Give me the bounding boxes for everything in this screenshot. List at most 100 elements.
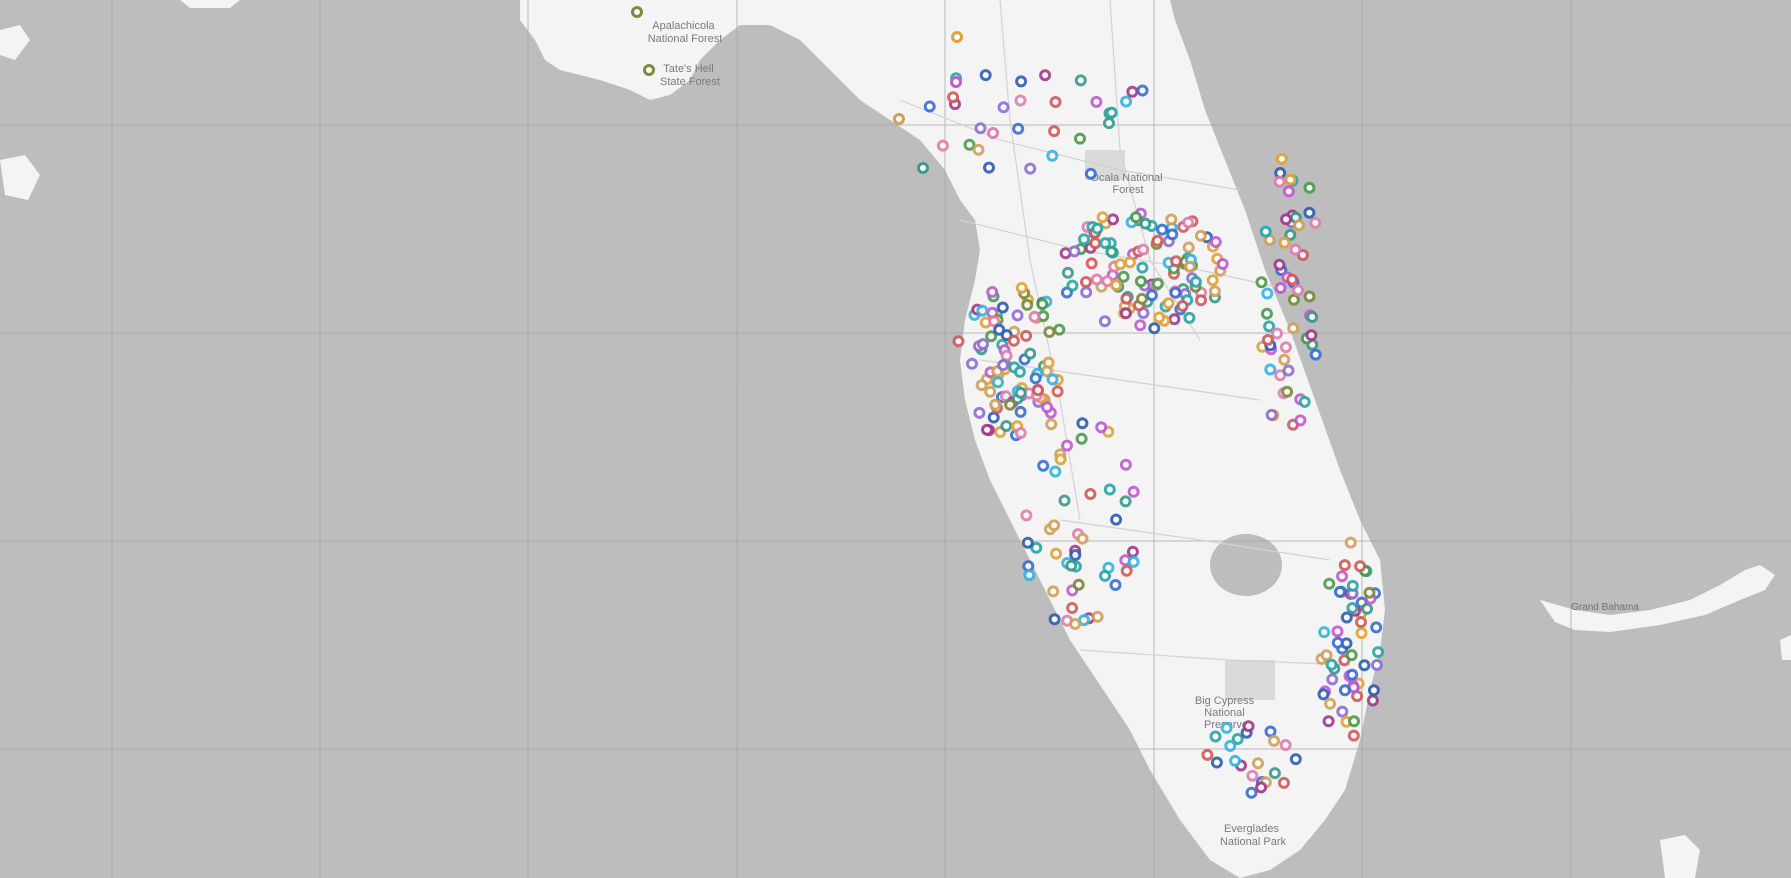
map-marker[interactable] (1201, 748, 1214, 761)
map-marker[interactable] (1284, 173, 1297, 186)
map-marker[interactable] (1048, 613, 1061, 626)
map-marker[interactable] (1028, 310, 1041, 323)
map-marker[interactable] (1273, 258, 1286, 271)
map-marker[interactable] (1273, 175, 1286, 188)
map-marker[interactable] (1279, 739, 1292, 751)
map-marker[interactable] (1268, 767, 1281, 780)
map-marker[interactable] (981, 423, 993, 436)
map-marker[interactable] (1076, 532, 1089, 545)
map-marker[interactable] (1145, 289, 1158, 302)
map-marker[interactable] (1127, 485, 1140, 498)
map-marker[interactable] (1277, 776, 1290, 789)
map-marker[interactable] (1058, 494, 1071, 507)
map-marker[interactable] (1318, 626, 1331, 639)
map-marker[interactable] (1168, 313, 1181, 326)
map-marker[interactable] (1344, 536, 1357, 549)
map-marker[interactable] (1041, 401, 1054, 414)
map-marker[interactable] (983, 161, 995, 174)
map-marker[interactable] (1246, 769, 1259, 782)
map-marker[interactable] (1095, 421, 1108, 434)
map-marker[interactable] (1363, 586, 1376, 599)
map-marker[interactable] (1303, 181, 1316, 194)
map-marker[interactable] (1107, 213, 1119, 226)
map-marker[interactable] (1183, 311, 1196, 324)
map-marker[interactable] (1011, 309, 1024, 322)
map-marker[interactable] (1309, 348, 1322, 361)
map-marker[interactable] (1066, 279, 1079, 292)
map-marker[interactable] (1103, 117, 1115, 130)
map-marker[interactable] (1000, 349, 1013, 362)
map-marker[interactable] (1130, 211, 1142, 224)
map-marker[interactable] (1259, 225, 1272, 238)
map-marker[interactable] (1323, 577, 1336, 590)
map-marker[interactable] (1074, 132, 1086, 145)
map-marker[interactable] (1090, 95, 1103, 108)
map-marker[interactable] (1080, 286, 1093, 299)
map-marker[interactable] (1068, 245, 1081, 258)
map-marker[interactable] (1165, 213, 1178, 226)
map-marker[interactable] (1275, 152, 1288, 165)
map-marker[interactable] (1162, 297, 1175, 310)
map-marker[interactable] (1012, 122, 1025, 135)
map-marker[interactable] (1255, 781, 1268, 794)
map-marker[interactable] (1137, 243, 1150, 256)
map-marker[interactable] (1252, 757, 1264, 770)
map-marker[interactable] (1206, 274, 1219, 287)
map-marker[interactable] (1287, 293, 1300, 306)
map-marker[interactable] (1084, 488, 1097, 500)
map-marker[interactable] (952, 335, 965, 348)
map-marker[interactable] (1047, 585, 1060, 598)
map-marker[interactable] (1024, 162, 1037, 175)
map-marker[interactable] (1338, 559, 1351, 572)
map-marker[interactable] (1210, 756, 1223, 769)
map-marker[interactable] (996, 301, 1009, 314)
map-marker[interactable] (1216, 258, 1229, 270)
map-marker[interactable] (1271, 327, 1283, 340)
map-marker[interactable] (947, 91, 960, 104)
map-marker[interactable] (1292, 219, 1305, 232)
map-marker[interactable] (1053, 323, 1066, 336)
map-marker[interactable] (1358, 659, 1371, 672)
map-marker[interactable] (1306, 311, 1319, 323)
map-marker[interactable] (1119, 495, 1132, 508)
map-marker[interactable] (1120, 564, 1133, 577)
map-marker[interactable] (1263, 320, 1276, 333)
map-marker[interactable] (1224, 739, 1237, 752)
map-marker[interactable] (1120, 95, 1133, 108)
map-marker[interactable] (1151, 234, 1164, 247)
map-marker[interactable] (1105, 245, 1118, 258)
map-marker[interactable] (1007, 334, 1020, 347)
map-marker[interactable] (1320, 649, 1333, 662)
map-marker[interactable] (963, 138, 976, 151)
map-marker[interactable] (1278, 353, 1291, 366)
map-marker[interactable] (975, 379, 988, 392)
map-marker[interactable] (966, 357, 978, 370)
map-marker[interactable] (1292, 284, 1305, 297)
map-marker[interactable] (1014, 386, 1027, 399)
map-marker[interactable] (1014, 94, 1027, 107)
map-marker[interactable] (1169, 286, 1182, 299)
map-marker[interactable] (1346, 668, 1359, 681)
map-marker[interactable] (1282, 364, 1295, 377)
map-marker[interactable] (1099, 569, 1111, 582)
map-marker[interactable] (1338, 684, 1351, 697)
map-marker[interactable] (1265, 408, 1278, 421)
map-marker[interactable] (936, 139, 949, 152)
map-marker[interactable] (1048, 125, 1061, 138)
map-marker[interactable] (1024, 347, 1037, 360)
map-marker[interactable] (1367, 684, 1380, 697)
map-marker[interactable] (1020, 509, 1033, 522)
map-marker[interactable] (1119, 307, 1132, 320)
map-marker[interactable] (1123, 256, 1136, 269)
map-marker[interactable] (1021, 298, 1034, 311)
map-marker[interactable] (1048, 519, 1061, 532)
map-marker[interactable] (1208, 285, 1221, 298)
map-marker[interactable] (987, 411, 1000, 424)
map-marker[interactable] (1076, 417, 1089, 430)
map-marker[interactable] (1046, 373, 1059, 386)
map-marker[interactable] (1051, 385, 1064, 398)
map-marker[interactable] (1045, 418, 1058, 431)
map-marker[interactable] (1014, 427, 1027, 439)
map-marker[interactable] (631, 6, 643, 18)
map-marker[interactable] (986, 286, 999, 298)
